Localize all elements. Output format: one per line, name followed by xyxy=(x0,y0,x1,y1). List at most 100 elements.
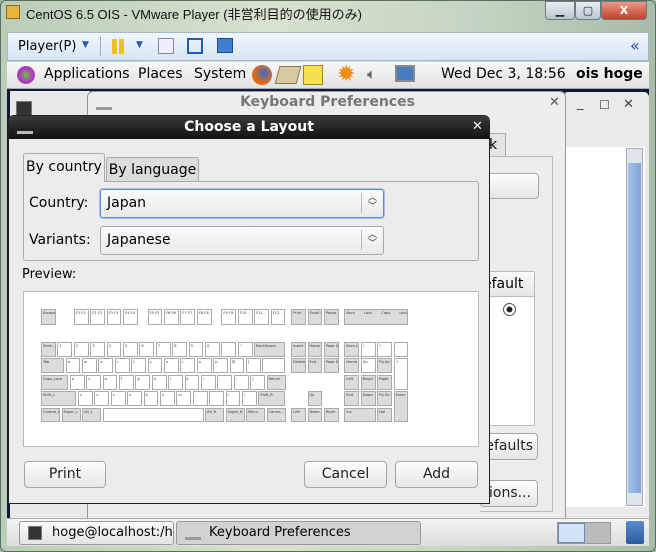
key: 4 xyxy=(106,342,122,357)
key: Shift_R xyxy=(258,391,286,407)
key: g xyxy=(135,374,151,390)
key: Menu xyxy=(246,407,265,423)
choose-layout-dialog: Choose a Layout ✕ By country By language… xyxy=(8,115,490,504)
key: Scroll Lock xyxy=(307,309,323,325)
key: d xyxy=(102,374,118,390)
key: . xyxy=(209,391,224,407)
notes-icon[interactable] xyxy=(303,65,323,85)
indicator-leds: Num Lock Caps Lock Scroll Lock xyxy=(344,309,409,325)
dialog-title: Choose a Layout xyxy=(184,119,314,135)
close-icon[interactable]: ✕ xyxy=(549,95,560,110)
print-button[interactable]: Print xyxy=(24,461,106,488)
key: F12... xyxy=(270,309,286,325)
key: F4 F4 xyxy=(123,309,138,325)
key: i xyxy=(180,358,196,374)
key: F10... xyxy=(237,309,253,325)
key: * xyxy=(377,342,393,357)
key: Print xyxy=(291,309,306,325)
fullscreen-icon[interactable] xyxy=(187,38,203,54)
player-menu[interactable]: Player(P) xyxy=(18,39,76,54)
chevron-down-icon[interactable]: ▼ xyxy=(82,40,89,50)
key: w xyxy=(82,358,97,374)
key: e xyxy=(98,358,114,374)
taskbar-item-keyboard-preferences[interactable]: Keyboard Preferences xyxy=(176,521,421,545)
key: F5 F5 xyxy=(147,309,163,325)
tab-by-country[interactable]: By country xyxy=(23,153,105,182)
keyboard-icon xyxy=(185,527,201,540)
volume-icon[interactable]: 🔈︎ xyxy=(367,65,376,83)
key: End xyxy=(307,358,323,374)
key: h xyxy=(151,374,167,390)
trash-icon[interactable] xyxy=(626,521,644,544)
key: r xyxy=(114,358,130,374)
applications-menu[interactable]: Applications xyxy=(44,66,130,82)
scrollbar[interactable] xyxy=(626,148,643,506)
key: 9 xyxy=(188,342,204,357)
key: Enter xyxy=(393,391,409,423)
key: Num Lock xyxy=(344,342,360,357)
clock[interactable]: Wed Dec 3, 18:56 xyxy=(441,66,566,82)
maximize-icon[interactable]: ☐ xyxy=(599,98,610,112)
minimize-icon[interactable]: _ xyxy=(577,96,584,111)
mail-icon[interactable] xyxy=(274,66,302,84)
minimize-button[interactable]: ▁ xyxy=(545,1,575,20)
unity-icon[interactable] xyxy=(217,38,233,53)
key: j xyxy=(168,374,183,390)
close-icon[interactable]: ✕ xyxy=(472,119,483,134)
country-frame: Country: Japan ︿ ﹀ Variants: Japanese ︿ ﹀ xyxy=(23,181,479,261)
cancel-button[interactable]: Cancel xyxy=(304,461,387,488)
network-icon[interactable] xyxy=(395,65,415,82)
key: 8 xyxy=(172,342,188,357)
tab-by-language[interactable]: By language xyxy=(106,157,199,182)
firefox-icon[interactable] xyxy=(252,65,272,85)
key: 6 xyxy=(139,342,155,357)
key: : xyxy=(233,374,249,390)
key: , xyxy=(192,391,208,407)
places-menu[interactable]: Places xyxy=(138,66,183,82)
key: 5 xyxy=(123,342,138,357)
collapse-icon[interactable]: « xyxy=(630,36,640,55)
key: n xyxy=(159,391,175,407)
close-button[interactable]: X xyxy=(601,1,647,20)
variants-combo[interactable]: Japanese ︿ ﹀ xyxy=(100,226,384,255)
key: F6 F6 xyxy=(164,309,179,325)
key: Left xyxy=(291,407,306,423)
maximize-button[interactable]: ▢ xyxy=(575,1,601,20)
key: Begin xyxy=(360,374,376,390)
key: m xyxy=(176,391,192,407)
key: 7 xyxy=(155,342,171,357)
key: v xyxy=(127,391,142,407)
key: Left xyxy=(344,374,360,390)
add-button[interactable]: Add xyxy=(395,461,478,488)
key: ^ xyxy=(237,342,253,357)
window-title: Keyboard Preferences xyxy=(240,94,415,110)
scrollbar-thumb[interactable] xyxy=(628,163,641,493)
country-combo[interactable]: Japan ︿ ﹀ xyxy=(100,189,384,218)
chevron-down-icon[interactable]: ▼ xyxy=(136,40,143,50)
key: Pause xyxy=(323,309,339,325)
key: [ xyxy=(246,358,261,374)
key: q xyxy=(65,358,81,374)
key: F11... xyxy=(254,309,270,325)
send-keys-icon[interactable] xyxy=(158,38,174,54)
system-menu[interactable]: System xyxy=(194,66,246,82)
close-icon[interactable]: ✕ xyxy=(623,97,634,112)
key: F1 F1 xyxy=(73,309,89,325)
key: Insert xyxy=(291,342,306,357)
user-menu[interactable]: ois hoge xyxy=(576,66,643,82)
workspace-switcher[interactable] xyxy=(557,522,611,544)
taskbar-item-terminal[interactable]: hoge@localhost:/hom... xyxy=(19,521,174,545)
key: u xyxy=(164,358,179,374)
key: f xyxy=(118,374,134,390)
key: Right xyxy=(323,407,339,423)
pause-icon[interactable] xyxy=(112,39,124,54)
update-icon[interactable]: ✹ xyxy=(337,62,355,87)
preview-label: Preview: xyxy=(22,267,77,282)
updown-icon: ︿ ﹀ xyxy=(361,193,383,213)
default-radio[interactable] xyxy=(503,303,516,316)
key: F7 F7 xyxy=(180,309,196,325)
terminal-icon xyxy=(28,526,42,540)
updown-icon: ︿ ﹀ xyxy=(361,230,383,250)
key: b xyxy=(143,391,159,407)
taskbar-label: Keyboard Preferences xyxy=(209,525,351,540)
